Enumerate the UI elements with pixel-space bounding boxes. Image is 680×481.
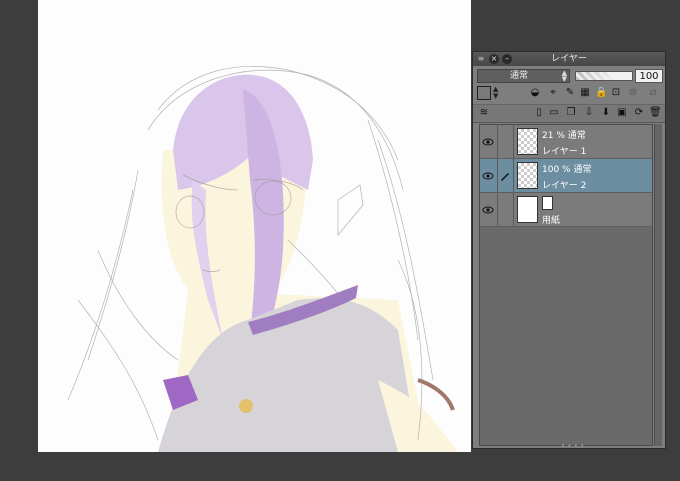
panel-titlebar[interactable]: ≡ × – レイヤー [473,52,665,66]
drawing-canvas[interactable] [38,0,471,452]
mask-create-icon[interactable]: ▣ [616,107,628,119]
eye-icon[interactable] [482,136,494,148]
new-vector-layer-icon[interactable]: ▭ [548,107,560,119]
blend-mode-value: 通常 [510,71,529,81]
pen-icon [501,173,509,181]
eye-icon[interactable] [482,204,494,216]
paper-icon [542,196,553,210]
layer-thumbnail [517,162,538,189]
layer-name: 用紙 [542,216,561,226]
mask-icon[interactable]: ◒ [529,87,541,99]
resize-grip-icon[interactable]: • • • • [561,442,584,450]
illustration [67,66,458,452]
apply-mask-icon[interactable]: ⟳ [633,107,645,119]
transfer-down-icon[interactable]: ⬇ [600,107,612,119]
layer-list-scrollbar[interactable] [654,124,662,446]
stepper-arrows-icon[interactable]: ▲ ▼ [493,86,498,100]
delete-layer-icon[interactable]: 🗑 [649,107,662,119]
grip-icon[interactable]: ≡ [476,54,486,64]
layer-stack-icon[interactable]: ≋ [478,107,490,119]
opacity-slider[interactable] [575,71,633,81]
blend-mode-select[interactable]: 通常 ▲ ▼ [477,69,570,83]
merge-down-icon[interactable]: ⇩ [583,107,595,119]
layer-mode: 100 % 通常 [542,165,592,175]
clip-icon[interactable]: ⊡ [610,87,622,99]
new-folder-icon[interactable]: ❐ [565,107,577,119]
draft-layer-icon[interactable]: ✎ [564,87,576,99]
close-icon[interactable]: × [489,54,499,64]
layer-thumbnail [517,196,538,223]
layer-list: 21 % 通常 レイヤー 1 100 % 通常 レイヤー 2 用紙 [479,124,653,446]
lock-icon[interactable]: 🔒 [595,87,607,99]
opacity-value[interactable]: 100 [635,69,663,83]
select-arrows-icon: ▲ ▼ [561,69,567,83]
eye-icon[interactable] [482,170,494,182]
layer-color-swatch[interactable] [477,86,491,100]
layer-name: レイヤー 2 [542,181,587,191]
layer-panel: ≡ × – レイヤー 通常 ▲ ▼ 100 ▲ ▼ ◒ ⌖ ✎ ▦ 🔒 ⊡ ⊘ ⧄ … [472,51,666,450]
layer-row[interactable]: 用紙 [480,193,652,227]
layer-thumbnail [517,128,538,155]
reference-layer-icon[interactable]: ⌖ [547,87,559,99]
color-lock-icon[interactable]: ▦ [579,87,591,99]
minimize-icon[interactable]: – [502,54,512,64]
layer-mode: 21 % 通常 [542,131,586,141]
transparency-lock-icon[interactable]: ⧄ [647,87,659,99]
alpha-lock-icon[interactable]: ⊘ [627,87,639,99]
layer-row-selected[interactable]: 100 % 通常 レイヤー 2 [480,159,652,193]
panel-title: レイヤー [551,54,587,64]
layer-name: レイヤー 1 [542,147,587,157]
layer-row[interactable]: 21 % 通常 レイヤー 1 [480,125,652,159]
new-raster-layer-icon[interactable]: ▯ [533,107,545,119]
